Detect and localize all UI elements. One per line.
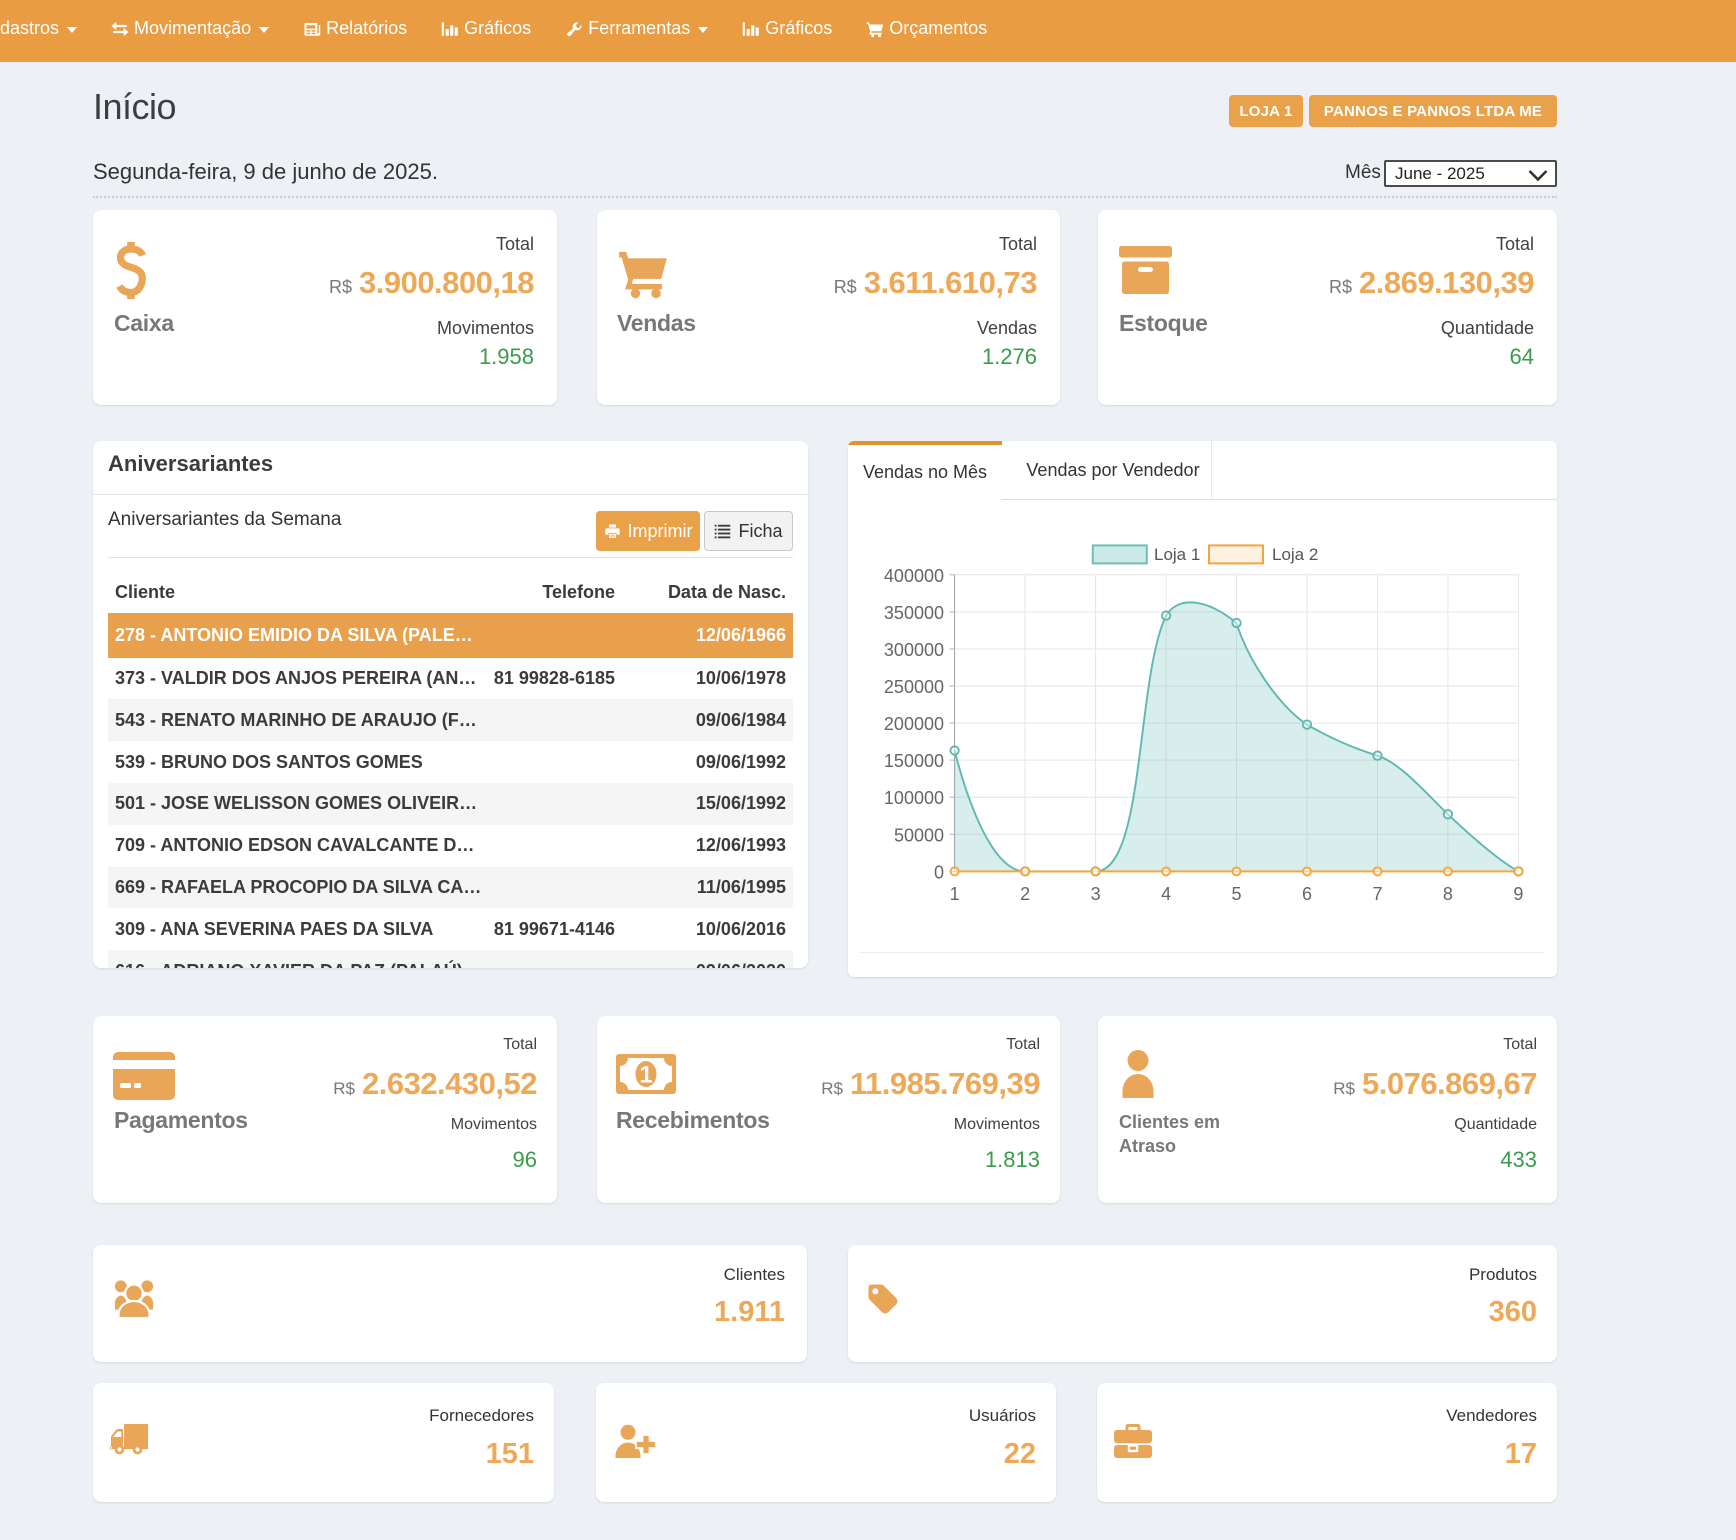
svg-text:1: 1 <box>639 1062 652 1089</box>
svg-text:7: 7 <box>1372 884 1382 904</box>
svg-text:3: 3 <box>1091 884 1101 904</box>
svg-text:2: 2 <box>1020 884 1030 904</box>
svg-text:9: 9 <box>1513 884 1523 904</box>
svg-text:8: 8 <box>1443 884 1453 904</box>
svg-text:350000: 350000 <box>884 603 944 623</box>
svg-text:300000: 300000 <box>884 640 944 660</box>
svg-text:1: 1 <box>950 884 960 904</box>
svg-text:400000: 400000 <box>884 566 944 586</box>
svg-text:150000: 150000 <box>884 751 944 771</box>
svg-text:Loja 2: Loja 2 <box>1272 545 1318 564</box>
svg-text:50000: 50000 <box>894 825 944 845</box>
svg-text:4: 4 <box>1161 884 1171 904</box>
svg-text:5: 5 <box>1231 884 1241 904</box>
svg-text:250000: 250000 <box>884 677 944 697</box>
svg-text:6: 6 <box>1302 884 1312 904</box>
svg-text:0: 0 <box>934 862 944 882</box>
svg-text:200000: 200000 <box>884 714 944 734</box>
svg-text:100000: 100000 <box>884 788 944 808</box>
svg-text:Loja 1: Loja 1 <box>1154 545 1200 564</box>
